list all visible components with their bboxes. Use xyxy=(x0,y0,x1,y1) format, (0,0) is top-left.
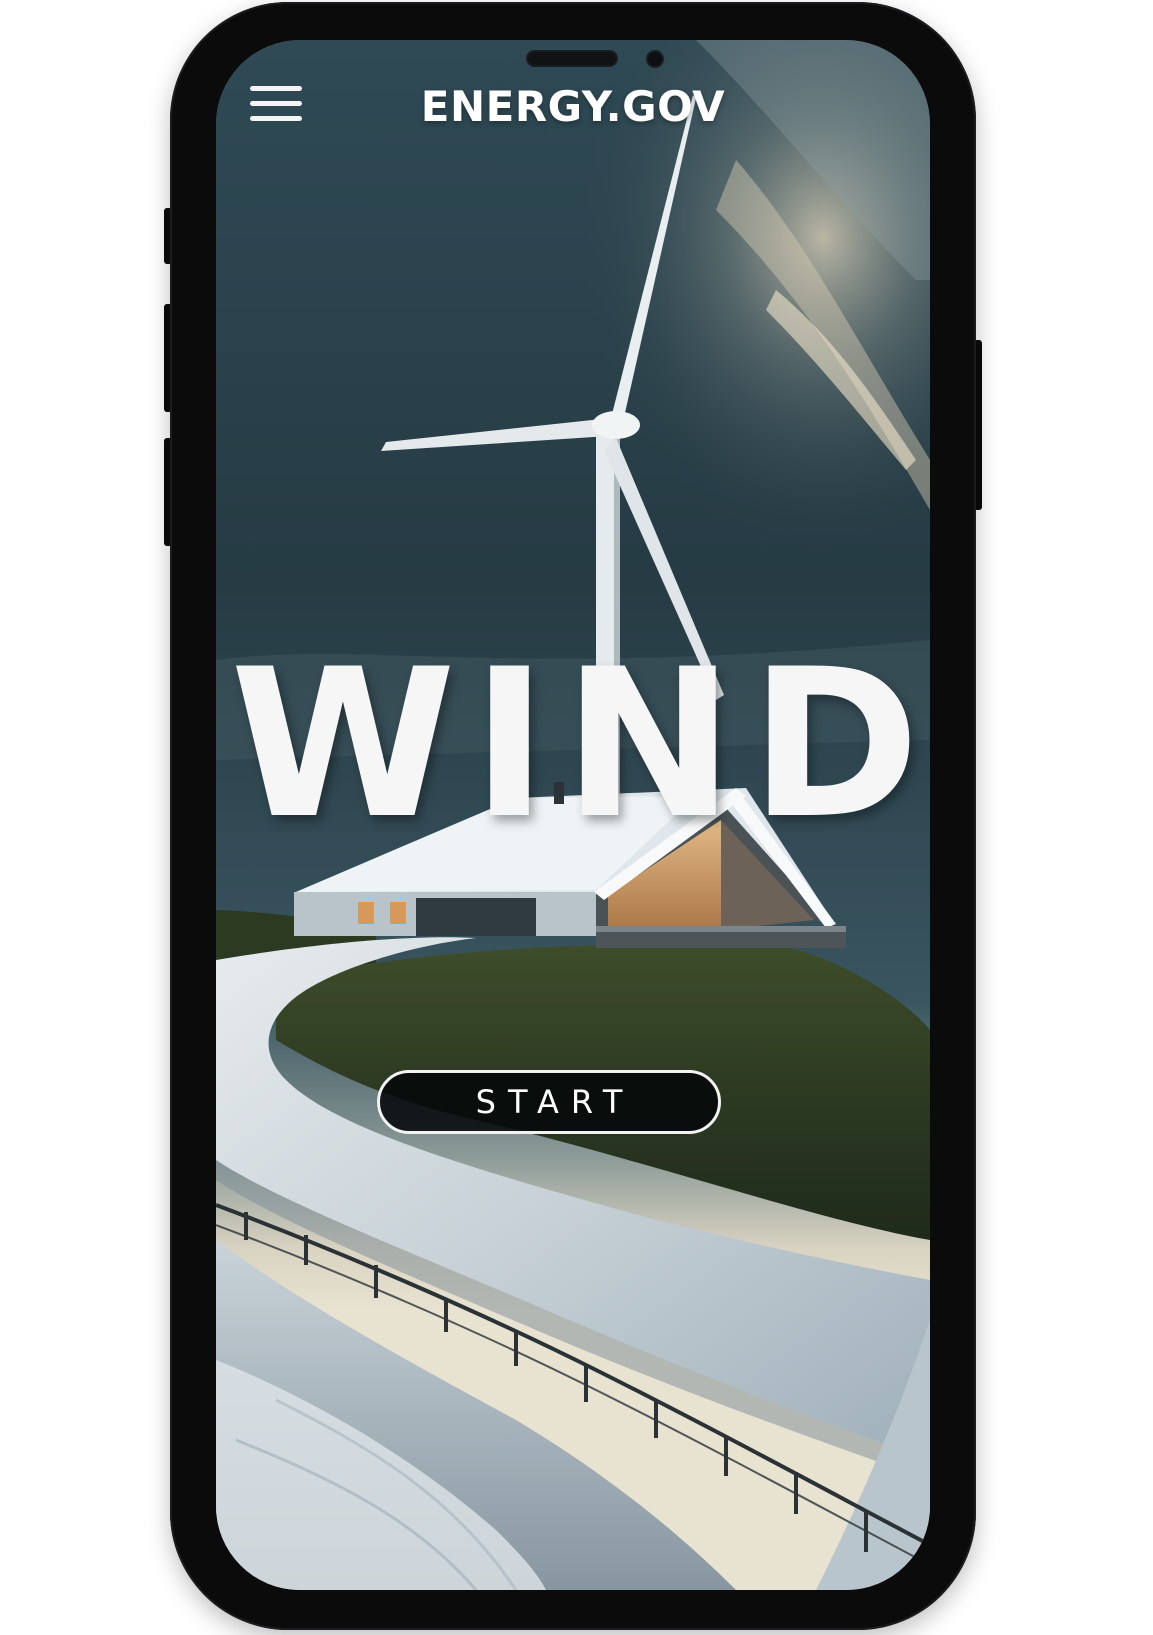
hero-background-image xyxy=(216,40,930,1590)
earpiece-speaker xyxy=(528,52,616,65)
app-screen: ENERGY.GOV W I N D START xyxy=(216,40,930,1590)
front-camera xyxy=(648,52,662,66)
start-button-label: START xyxy=(475,1083,635,1121)
start-button[interactable]: START xyxy=(377,1070,721,1134)
brand-title: ENERGY.GOV xyxy=(420,82,726,131)
